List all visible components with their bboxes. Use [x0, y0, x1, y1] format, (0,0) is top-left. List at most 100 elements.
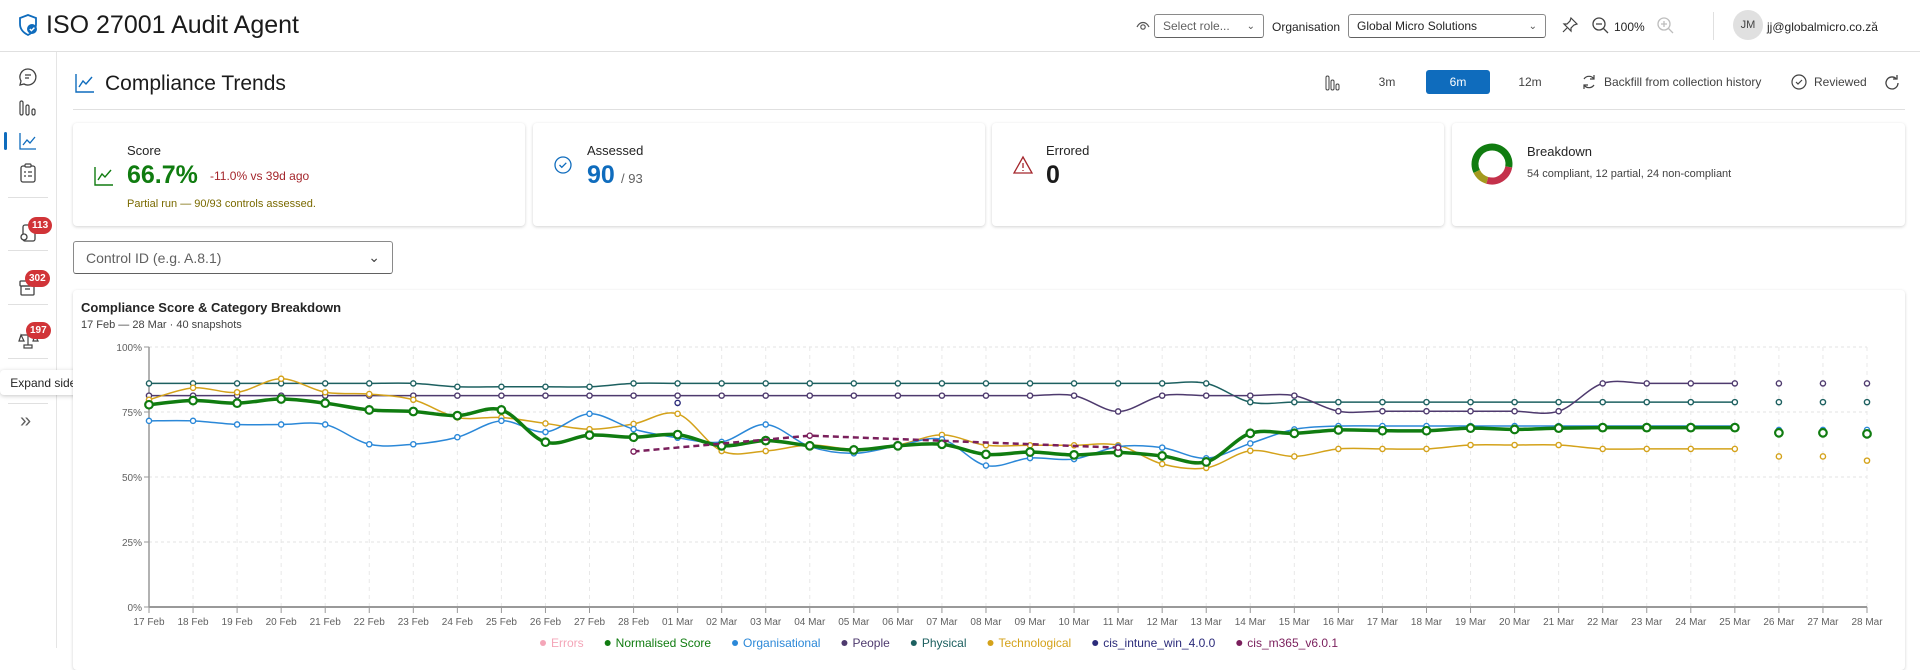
data-point-physical: [1643, 398, 1651, 406]
range-3m-button[interactable]: 3m: [1366, 70, 1408, 94]
data-point-physical: [762, 380, 770, 387]
reviewed-label: Reviewed: [1814, 75, 1867, 89]
data-point-technological: [762, 447, 770, 455]
bar-chart-icon[interactable]: [1325, 75, 1341, 91]
y-tick-label: 75%: [122, 408, 142, 419]
trend-chart-icon: [75, 74, 94, 93]
data-point-people: [1423, 407, 1430, 415]
sidebar: 113 302 197 »: [0, 52, 57, 648]
backfill-button[interactable]: Backfill from collection history: [1580, 70, 1761, 94]
range-12m-button[interactable]: 12m: [1508, 70, 1552, 94]
pin-icon[interactable]: [1561, 16, 1579, 34]
data-point-people: [1731, 380, 1739, 387]
data-point-physical: [1335, 398, 1342, 406]
data-point-organisational: [762, 421, 770, 428]
data-point-normalised-score: [892, 440, 903, 451]
assessed-card: Assessed 90 / 93: [533, 123, 985, 226]
data-point-people: [1555, 407, 1562, 415]
data-point-organisational: [233, 421, 241, 428]
data-point-technological: [233, 388, 241, 396]
data-point-physical: [321, 380, 329, 387]
data-point-normalised-score: [1157, 451, 1168, 461]
data-point-physical: [498, 383, 505, 391]
data-point-technological: [189, 384, 197, 392]
data-point-technological: [1687, 445, 1695, 453]
data-point-normalised-score: [981, 449, 991, 460]
data-point-normalised-score: [1862, 428, 1872, 439]
expand-sidebar-chevron-icon[interactable]: »: [20, 410, 31, 433]
chat-icon[interactable]: [17, 66, 39, 88]
x-tick-label: 05 Mar: [838, 617, 870, 628]
check-circle-icon: [1791, 74, 1807, 90]
data-point-cis-intune-win-4-0-0: [674, 399, 681, 407]
data-point-physical: [1511, 398, 1518, 406]
data-point-organisational: [410, 440, 417, 448]
x-tick-label: 13 Mar: [1191, 617, 1223, 628]
bar-chart-icon[interactable]: [17, 97, 39, 119]
user-email[interactable]: jj@globalmicro.co.za: [1767, 20, 1878, 34]
sidebar-divider: [8, 358, 48, 359]
data-point-physical: [1202, 380, 1210, 387]
range-6m-button[interactable]: 6m: [1426, 70, 1490, 94]
data-point-people: [1819, 380, 1827, 387]
x-tick-label: 24 Mar: [1675, 617, 1707, 628]
data-point-physical: [586, 383, 593, 391]
data-point-technological: [1775, 453, 1783, 460]
clipboard-checklist-icon[interactable]: [17, 162, 39, 184]
data-point-physical: [1863, 398, 1871, 406]
data-point-organisational: [630, 425, 637, 433]
data-point-normalised-score: [320, 398, 331, 409]
refresh-icon[interactable]: [1883, 74, 1901, 92]
control-id-select[interactable]: Control ID (e.g. A.8.1) ⌄: [73, 241, 393, 274]
reviewed-button[interactable]: Reviewed: [1790, 70, 1867, 94]
data-point-people: [982, 392, 990, 399]
assessed-label: Assessed: [587, 143, 644, 158]
data-point-normalised-score: [1465, 423, 1476, 434]
data-point-technological: [1731, 445, 1739, 453]
zoom-in-icon[interactable]: [1656, 16, 1674, 34]
avatar[interactable]: JM: [1733, 10, 1763, 40]
data-point-people: [1467, 407, 1474, 415]
chevron-down-icon: ⌄: [1246, 20, 1255, 32]
x-tick-label: 22 Feb: [354, 617, 386, 628]
data-point-cis-m365-v6-0-1: [630, 448, 637, 455]
zoom-out-icon[interactable]: [1591, 16, 1609, 34]
x-tick-label: 17 Mar: [1367, 617, 1399, 628]
data-point-organisational: [277, 421, 285, 428]
title-divider: [73, 109, 1905, 110]
x-tick-label: 10 Mar: [1059, 617, 1091, 628]
data-point-normalised-score: [1201, 457, 1212, 467]
warning-icon: [1012, 155, 1034, 174]
data-point-technological: [1819, 453, 1827, 460]
data-point-organisational: [542, 428, 549, 436]
trend-chart-icon[interactable]: [17, 130, 39, 152]
organisation-select[interactable]: Global Micro Solutions ⌄: [1348, 14, 1546, 38]
data-point-normalised-score: [1641, 422, 1652, 433]
data-point-physical: [630, 380, 637, 387]
x-tick-label: 22 Mar: [1587, 617, 1619, 628]
data-point-people: [1379, 407, 1386, 415]
data-point-people: [762, 392, 770, 399]
chevron-down-icon[interactable]: ⌄: [1870, 16, 1878, 27]
role-select-placeholder: Select role...: [1163, 19, 1230, 33]
organisation-label: Organisation: [1272, 20, 1341, 34]
errored-label: Errored: [1046, 143, 1090, 158]
x-tick-label: 26 Mar: [1763, 617, 1795, 628]
data-point-technological: [1511, 441, 1518, 449]
data-point-organisational: [982, 462, 990, 469]
data-point-people: [1114, 408, 1122, 415]
check-circle-icon: [554, 156, 572, 174]
chart-card: Compliance Score & Category Breakdown 17…: [73, 290, 1905, 670]
y-tick-label: 25%: [122, 538, 142, 549]
data-point-people: [1863, 380, 1871, 387]
x-tick-label: 17 Feb: [133, 617, 165, 628]
x-tick-label: 16 Mar: [1323, 617, 1355, 628]
role-select[interactable]: Select role... ⌄: [1154, 14, 1264, 38]
data-point-physical: [806, 380, 814, 387]
data-point-technological: [1158, 460, 1166, 468]
data-point-physical: [365, 380, 373, 387]
y-tick-label: 100%: [116, 343, 142, 354]
data-point-normalised-score: [584, 430, 595, 441]
donut-segment-partial: [1473, 169, 1489, 184]
legend-marker-physical: [910, 640, 917, 646]
